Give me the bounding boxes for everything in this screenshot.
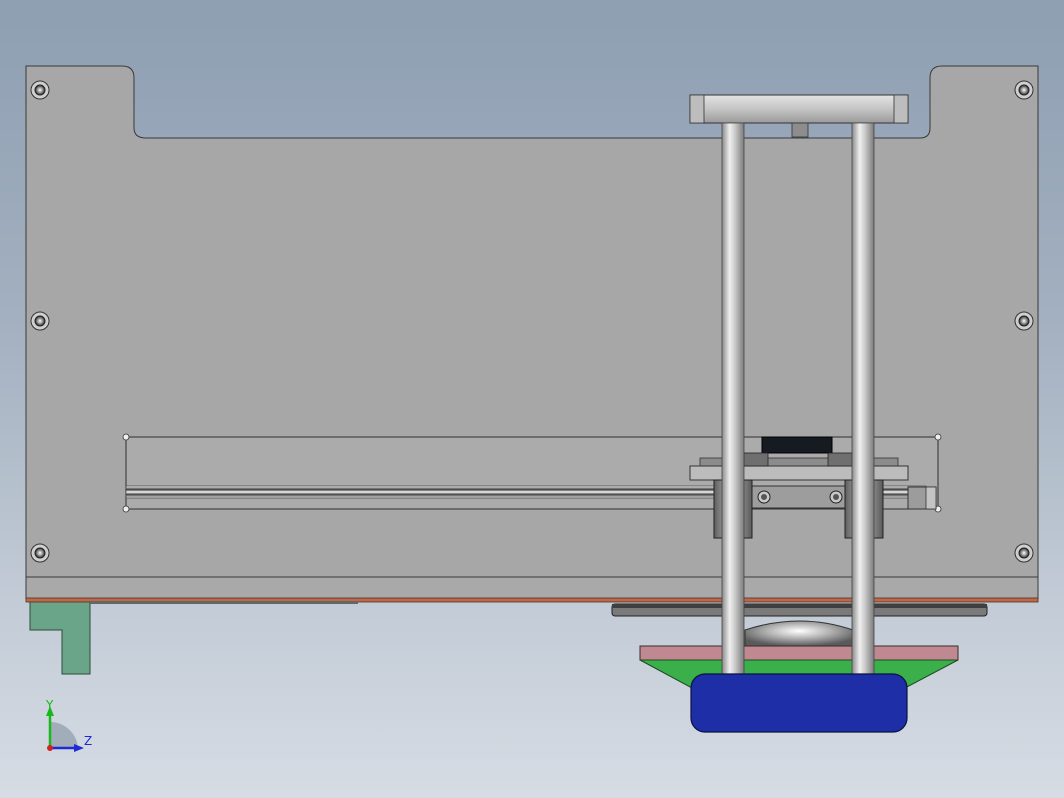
pink-plate: [639, 645, 959, 661]
blue-suction-pad: [690, 673, 908, 733]
motor-block: [761, 436, 833, 454]
green-mount-bracket: [26, 599, 91, 675]
orientation-triad: [46, 706, 84, 752]
z-axis-arrow: [74, 744, 84, 752]
screw-top-left: [30, 80, 50, 100]
cad-viewport[interactable]: Y Z: [0, 0, 1064, 798]
z-axis-label: Z: [84, 734, 93, 748]
screw-mid-left: [30, 311, 50, 331]
slider-screw-left: [757, 490, 771, 504]
crossbar-stud: [791, 122, 809, 138]
screw-bottom-left: [30, 543, 50, 563]
frame-lower-strip: [25, 576, 1039, 600]
screw-mid-right: [1014, 311, 1034, 331]
screw-top-right: [1014, 80, 1034, 100]
top-crossbar: [689, 94, 909, 124]
guide-rod-left: [721, 122, 745, 676]
screw-bottom-right: [1014, 543, 1034, 563]
cad-model-drawing: [25, 65, 1039, 752]
slider-screw-right: [829, 490, 843, 504]
center-dome: [744, 620, 854, 647]
base-plate-shadow: [90, 601, 358, 604]
guide-rod-right: [851, 122, 875, 676]
y-axis-label: Y: [46, 698, 54, 712]
x-axis-dot: [47, 745, 53, 751]
